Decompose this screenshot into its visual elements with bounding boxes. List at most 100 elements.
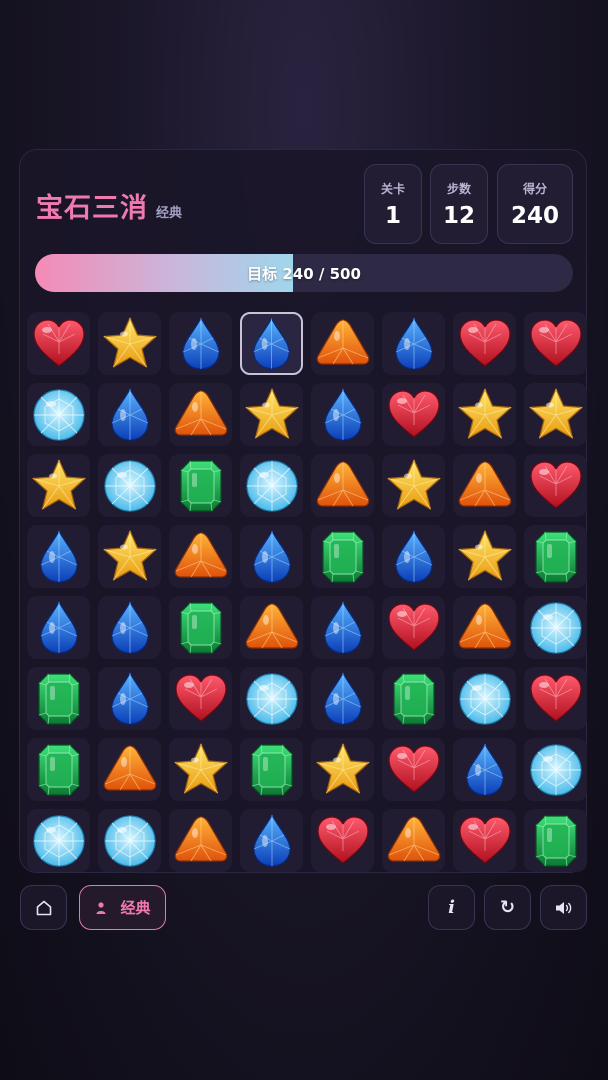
diamond-gem-icon: [242, 669, 302, 729]
board-cell[interactable]: [453, 383, 516, 446]
board-cell[interactable]: [311, 809, 374, 872]
emerald-gem-icon: [171, 456, 231, 516]
board-cell[interactable]: [240, 738, 303, 801]
board-cell[interactable]: [98, 596, 161, 659]
emerald-gem-icon: [313, 527, 373, 587]
game-panel: 宝石三消 经典 关卡 1 步数 12 得分 240 目标 240 / 500: [19, 149, 587, 873]
board-cell[interactable]: [524, 738, 587, 801]
board-cell[interactable]: [311, 454, 374, 517]
drop-gem-icon: [29, 598, 89, 658]
board-cell[interactable]: [453, 525, 516, 588]
board-cell[interactable]: [524, 454, 587, 517]
mode-button[interactable]: 经典: [79, 885, 166, 930]
board-cell[interactable]: [169, 383, 232, 446]
heart-gem-icon: [526, 456, 586, 516]
triangle-gem-icon: [171, 527, 231, 587]
board-cell[interactable]: [98, 525, 161, 588]
board-cell[interactable]: [98, 383, 161, 446]
board-cell[interactable]: [169, 596, 232, 659]
board-cell[interactable]: [169, 738, 232, 801]
board-cell[interactable]: [382, 667, 445, 730]
drop-gem-icon: [242, 527, 302, 587]
heart-gem-icon: [455, 811, 515, 871]
board-cell[interactable]: [382, 738, 445, 801]
emerald-gem-icon: [242, 740, 302, 800]
board-cell[interactable]: [311, 738, 374, 801]
heart-gem-icon: [526, 314, 586, 374]
board-cell-selected[interactable]: [240, 312, 303, 375]
board-cell[interactable]: [453, 596, 516, 659]
gem-board: [25, 310, 589, 874]
drop-gem-icon: [100, 598, 160, 658]
triangle-gem-icon: [171, 385, 231, 445]
star-gem-icon: [526, 385, 586, 445]
board-cell[interactable]: [382, 383, 445, 446]
board-cell[interactable]: [169, 809, 232, 872]
board-cell[interactable]: [27, 596, 90, 659]
board-cell[interactable]: [311, 667, 374, 730]
board-cell[interactable]: [524, 312, 587, 375]
board-cell[interactable]: [382, 525, 445, 588]
heart-gem-icon: [384, 598, 444, 658]
board-cell[interactable]: [27, 454, 90, 517]
board-cell[interactable]: [524, 383, 587, 446]
star-gem-icon: [455, 527, 515, 587]
board-cell[interactable]: [382, 596, 445, 659]
board-cell[interactable]: [98, 738, 161, 801]
board-cell[interactable]: [240, 596, 303, 659]
triangle-gem-icon: [171, 811, 231, 871]
triangle-gem-icon: [455, 598, 515, 658]
board-cell[interactable]: [169, 312, 232, 375]
sound-button[interactable]: [540, 885, 587, 930]
board-cell[interactable]: [524, 667, 587, 730]
board-cell[interactable]: [98, 809, 161, 872]
board-cell[interactable]: [240, 383, 303, 446]
board-cell[interactable]: [453, 738, 516, 801]
heart-gem-icon: [29, 314, 89, 374]
board-cell[interactable]: [382, 454, 445, 517]
info-icon: i: [448, 897, 455, 918]
board-cell[interactable]: [382, 312, 445, 375]
home-button[interactable]: [20, 885, 67, 930]
board-cell[interactable]: [27, 667, 90, 730]
board-cell[interactable]: [524, 525, 587, 588]
drop-gem-icon: [242, 314, 301, 374]
stat-score-label: 得分: [522, 181, 547, 196]
star-gem-icon: [455, 385, 515, 445]
board-cell[interactable]: [240, 454, 303, 517]
speaker-icon: [555, 901, 571, 914]
board-cell[interactable]: [240, 525, 303, 588]
board-cell[interactable]: [27, 383, 90, 446]
board-cell[interactable]: [27, 525, 90, 588]
diamond-gem-icon: [29, 385, 89, 445]
restart-button[interactable]: ↻: [484, 885, 531, 930]
stat-level-value: 1: [384, 202, 401, 229]
board-cell[interactable]: [240, 667, 303, 730]
board-cell[interactable]: [382, 809, 445, 872]
diamond-gem-icon: [242, 456, 302, 516]
board-cell[interactable]: [98, 667, 161, 730]
board-cell[interactable]: [27, 738, 90, 801]
board-cell[interactable]: [169, 454, 232, 517]
board-cell[interactable]: [27, 312, 90, 375]
drop-gem-icon: [100, 669, 160, 729]
board-cell[interactable]: [453, 809, 516, 872]
board-cell[interactable]: [311, 312, 374, 375]
board-cell[interactable]: [240, 809, 303, 872]
board-cell[interactable]: [311, 525, 374, 588]
board-cell[interactable]: [524, 809, 587, 872]
board-cell[interactable]: [311, 383, 374, 446]
board-cell[interactable]: [169, 525, 232, 588]
board-cell[interactable]: [98, 454, 161, 517]
board-cell[interactable]: [524, 596, 587, 659]
board-cell[interactable]: [453, 312, 516, 375]
board-cell[interactable]: [453, 667, 516, 730]
board-cell[interactable]: [311, 596, 374, 659]
board-cell[interactable]: [169, 667, 232, 730]
board-cell[interactable]: [98, 312, 161, 375]
board-cell[interactable]: [453, 454, 516, 517]
heart-gem-icon: [384, 740, 444, 800]
info-button[interactable]: i: [428, 885, 475, 930]
board-cell[interactable]: [27, 809, 90, 872]
stat-level: 关卡 1: [364, 164, 422, 244]
